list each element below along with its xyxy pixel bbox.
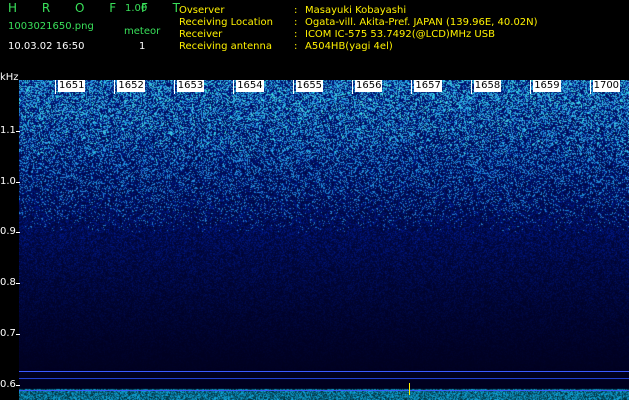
y-tick-mark <box>16 283 20 285</box>
y-tick-label: 0.8 <box>0 277 16 289</box>
receiver-value: ICOM IC-575 53.7492(@LCD)MHz USB <box>305 29 495 40</box>
y-tick-mark <box>16 232 20 234</box>
x-tick-label: 1651 <box>58 80 86 92</box>
app-version: 1.00 <box>125 3 148 14</box>
location-colon: : <box>294 17 298 28</box>
x-tick-mark <box>233 80 235 94</box>
y-axis-unit: kHz <box>0 72 19 83</box>
x-tick-mark <box>530 80 532 94</box>
y-tick-label: 1.0 <box>0 175 16 187</box>
observer-value: Masayuki Kobayashi <box>305 5 407 16</box>
file-datetime: 10.03.02 16:50 <box>8 41 85 52</box>
reference-line-lower <box>19 390 629 391</box>
x-tick-label: 1657 <box>414 80 442 92</box>
y-tick-label: 0.6 <box>0 378 16 390</box>
y-tick-label: 0.7 <box>0 327 16 339</box>
location-value: Ogata-vill. Akita-Pref. JAPAN (139.96E, … <box>305 17 538 28</box>
app-title: H R O F F T <box>8 1 191 15</box>
x-tick-mark <box>114 80 116 94</box>
receiver-label: Receiver <box>179 29 223 40</box>
x-tick-mark <box>589 80 591 94</box>
x-tick-label: 1700 <box>592 80 621 92</box>
y-tick-mark <box>16 333 20 335</box>
x-tick-label: 1658 <box>473 80 502 92</box>
y-tick-mark <box>16 181 20 183</box>
x-tick-mark <box>292 80 294 94</box>
x-tick-label: 1652 <box>117 80 145 92</box>
x-tick-mark <box>470 80 472 94</box>
x-tick-mark <box>173 80 175 94</box>
reference-line-upper <box>19 371 629 372</box>
y-tick-label: 0.9 <box>0 226 16 238</box>
x-tick-label: 1659 <box>533 80 561 92</box>
antenna-label: Receiving antenna <box>179 41 272 52</box>
meteor-marker <box>409 383 411 395</box>
x-tick-label: 1653 <box>176 80 205 92</box>
antenna-colon: : <box>294 41 298 52</box>
hrofft-window: H R O F F T 1.00 1003021650.png 10.03.02… <box>0 0 629 400</box>
meteor-count: 1 <box>139 41 146 52</box>
y-tick-mark <box>16 130 20 132</box>
x-tick-label: 1656 <box>355 80 383 92</box>
receiver-colon: : <box>294 29 298 40</box>
y-tick-mark <box>16 384 20 386</box>
antenna-value: A504HB(yagi 4el) <box>305 41 393 52</box>
spectrogram <box>19 80 629 400</box>
x-tick-mark <box>411 80 413 94</box>
y-tick-label: 1.1 <box>0 124 16 136</box>
location-label: Receiving Location <box>179 17 273 28</box>
x-tick-mark <box>352 80 353 94</box>
meteor-label: meteor <box>124 26 161 37</box>
file-name: 1003021650.png <box>8 21 94 32</box>
x-tick-label: 1655 <box>295 80 324 92</box>
x-tick-label: 1654 <box>236 80 264 92</box>
x-tick-mark <box>55 80 56 94</box>
spectrogram-canvas <box>19 80 629 400</box>
reference-line-middle <box>19 378 629 379</box>
observer-colon: : <box>294 5 298 16</box>
observer-label: Ovserver <box>179 5 225 16</box>
